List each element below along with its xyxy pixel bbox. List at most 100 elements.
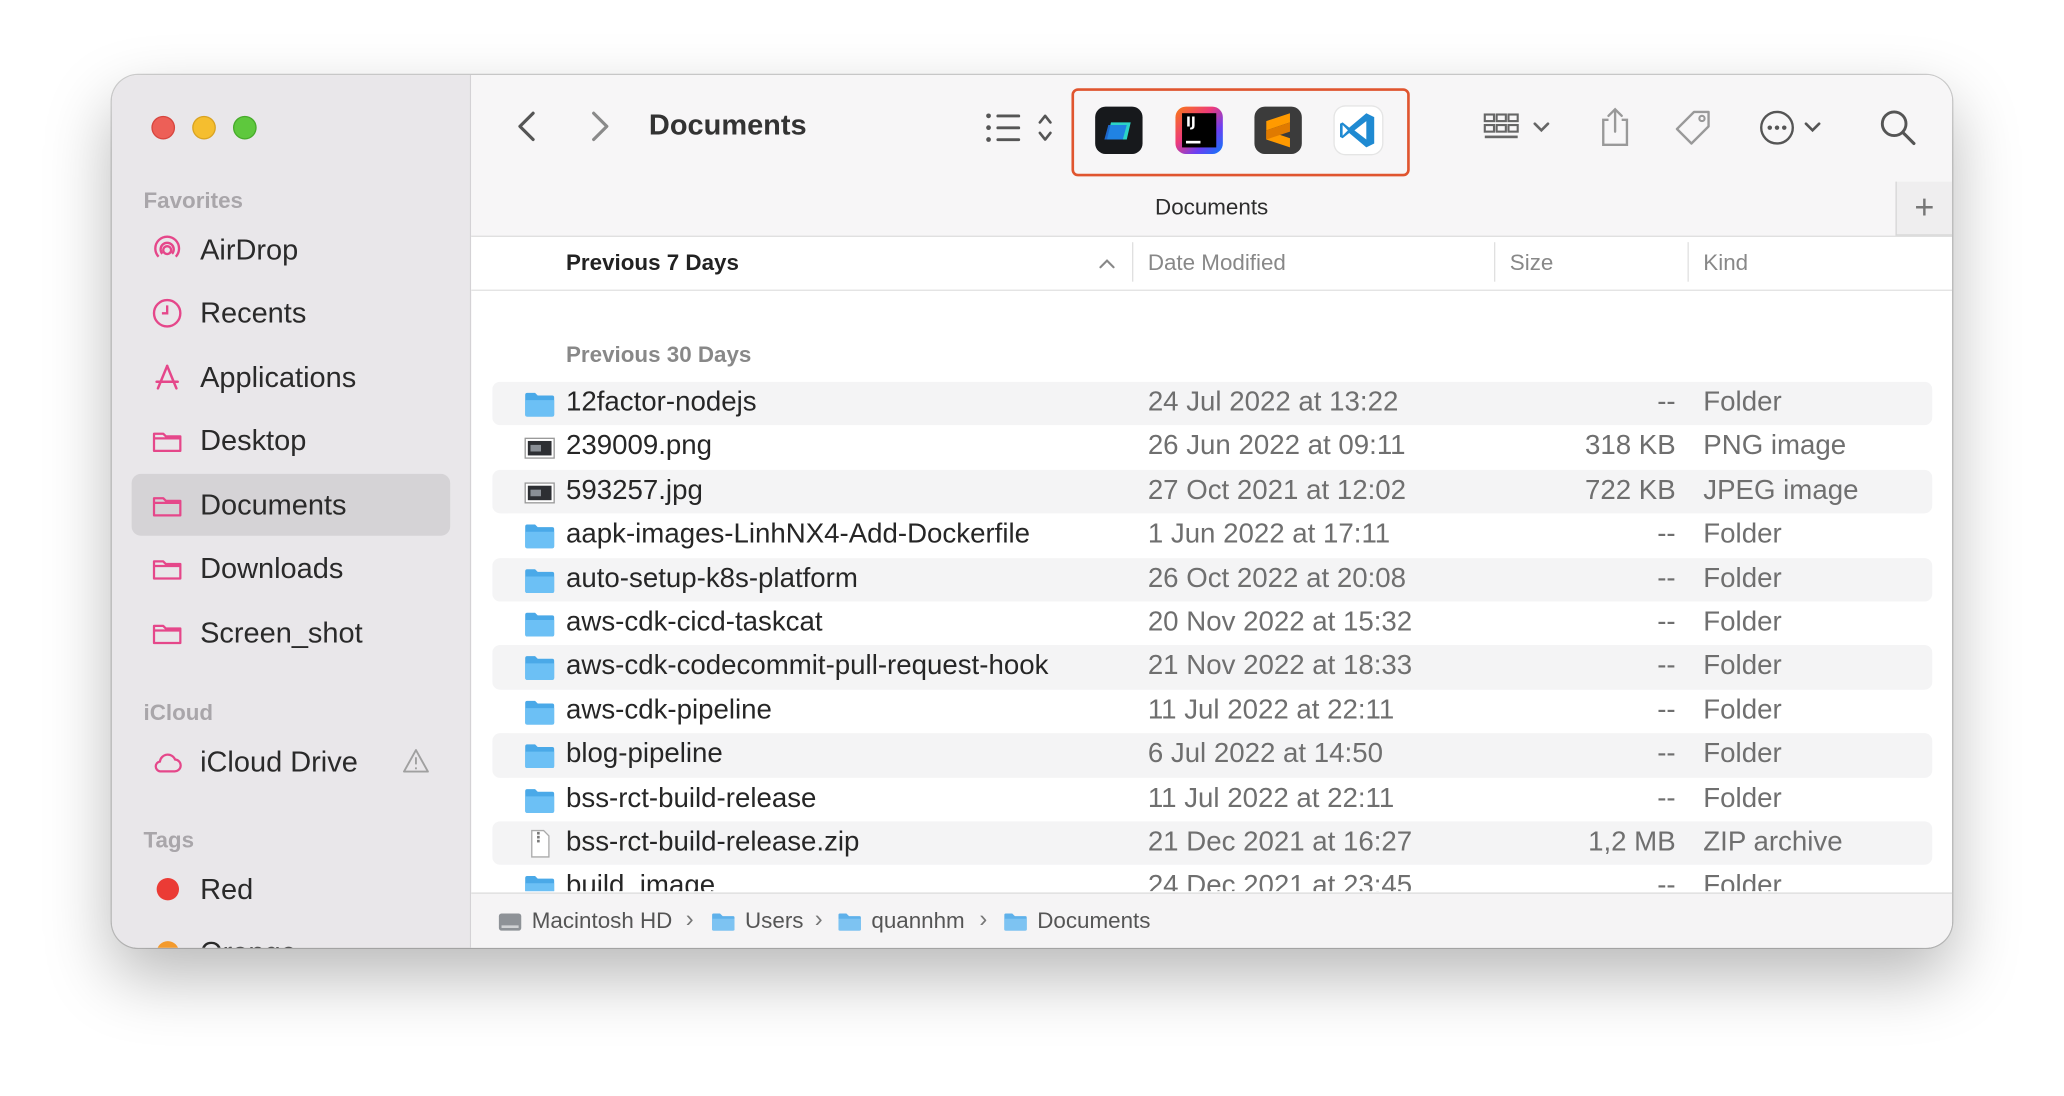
warning-icon	[403, 749, 429, 773]
sidebar-item-airdrop[interactable]: AirDrop	[132, 219, 451, 281]
file-date-modified: 26 Jun 2022 at 09:11	[1147, 430, 1406, 462]
file-size: --	[1657, 782, 1676, 813]
minimize-window-button[interactable]	[192, 115, 216, 140]
file-kind: Folder	[1703, 562, 1782, 594]
cloud-icon	[154, 753, 182, 773]
clock-icon	[152, 298, 182, 328]
image-file-icon	[524, 438, 555, 460]
table-row[interactable]: bss-rct-build-release.zip 21 Dec 2021 at …	[492, 821, 1933, 866]
tag-icon[interactable]	[1672, 107, 1714, 149]
path-bar-item[interactable]: quannhm	[837, 908, 965, 934]
file-size: --	[1657, 606, 1676, 638]
folder-icon	[838, 912, 861, 930]
airdrop-icon	[154, 235, 181, 258]
back-icon[interactable]	[508, 107, 547, 146]
path-bar-item[interactable]: Users	[711, 908, 803, 934]
file-date-modified: 6 Jul 2022 at 14:50	[1147, 738, 1383, 769]
column-size-header[interactable]: Size	[1510, 250, 1554, 276]
sidebar-item-applications[interactable]: Applications	[132, 346, 451, 408]
folder-icon	[525, 612, 555, 637]
zoom-window-button[interactable]	[232, 115, 257, 140]
sidebar-item-screen-shot[interactable]: Screen_shot	[132, 602, 451, 664]
sidebar-item-label: Orange	[200, 935, 297, 948]
file-kind: Folder	[1703, 650, 1782, 682]
file-name: 12factor-nodejs	[566, 386, 757, 418]
table-row[interactable]: auto-setup-k8s-platform 26 Oct 2022 at 20…	[492, 557, 1933, 602]
file-size: 1,2 MB	[1588, 826, 1676, 857]
share-icon[interactable]	[1597, 105, 1634, 147]
column-date-header[interactable]: Date Modified	[1148, 250, 1286, 276]
file-size: --	[1657, 386, 1676, 418]
pinned-apps-highlight: IJ	[1071, 88, 1410, 177]
sidebar-item-recents[interactable]: Recents	[132, 282, 451, 344]
folder-icon	[712, 912, 735, 930]
table-row[interactable]: bss-rct-build-release 11 Jul 2022 at 22:1…	[492, 777, 1932, 821]
table-row[interactable]: 12factor-nodejs 24 Jul 2022 at 13:22 -- Fol…	[492, 381, 1933, 426]
file-size: 318 KB	[1584, 430, 1676, 462]
intellij-app-icon[interactable]: IJ	[1175, 106, 1223, 155]
table-row[interactable]: 239009.png 26 Jun 2022 at 09:11 318 KB PNG …	[492, 426, 1932, 470]
sidebar-item-documents[interactable]: Documents	[131, 473, 451, 536]
sidebar-item-label: iCloud Drive	[200, 744, 358, 778]
file-size: --	[1657, 694, 1676, 726]
path-bar-item[interactable]: Macintosh HD	[498, 908, 673, 934]
table-row[interactable]: aapk-images-LinhNX4-Add-Dockerfile 1 Jun …	[492, 514, 1932, 558]
file-name: 593257.jpg	[566, 474, 703, 506]
file-kind: PNG image	[1703, 430, 1847, 462]
file-size: --	[1657, 650, 1676, 682]
more-icon[interactable]	[1759, 108, 1833, 147]
sidebar-item-downloads[interactable]: Downloads	[132, 537, 451, 599]
sublime-text-app-icon[interactable]	[1254, 106, 1302, 155]
column-name-header[interactable]: Previous 7 Days	[566, 250, 739, 276]
column-kind-header[interactable]: Kind	[1703, 250, 1748, 276]
sidebar: Favorites AirDrop Recents Applications D…	[111, 75, 472, 948]
path-separator: ›	[979, 905, 988, 932]
folder-icon	[525, 568, 555, 593]
sidebar-tag-red[interactable]: Red	[132, 858, 451, 920]
forward-icon[interactable]	[579, 107, 618, 146]
table-row[interactable]: blog-pipeline 6 Jul 2022 at 14:50 -- Folder	[492, 733, 1933, 778]
folder-icon	[525, 656, 555, 681]
folder-icon	[1004, 912, 1027, 930]
grid-view-icon[interactable]	[1482, 111, 1556, 145]
file-name: auto-setup-k8s-platform	[566, 562, 858, 594]
toolbar: Documents IJ Documents +	[471, 75, 1953, 236]
table-row[interactable]: build_image 24 Dec 2021 at 23:45 -- Folder	[492, 865, 1932, 892]
warp-app-icon[interactable]	[1095, 106, 1143, 155]
file-date-modified: 1 Jun 2022 at 17:11	[1147, 518, 1391, 550]
table-row[interactable]: aws-cdk-cicd-taskcat 20 Nov 2022 at 15:32…	[492, 602, 1932, 646]
sidebar-item-desktop[interactable]: Desktop	[132, 409, 451, 471]
sidebar-item-label: AirDrop	[200, 232, 299, 266]
file-date-modified: 24 Dec 2021 at 23:45	[1147, 870, 1413, 892]
table-row[interactable]: aws-cdk-codecommit-pull-request-hook 21 N…	[492, 645, 1933, 690]
path-bar-label: Macintosh HD	[531, 908, 673, 934]
sidebar-tag-orange[interactable]: Orange	[132, 921, 451, 948]
file-name: build_image	[566, 870, 716, 892]
vscode-app-icon[interactable]	[1334, 106, 1383, 155]
list-view-icon[interactable]	[985, 111, 1064, 145]
search-icon[interactable]	[1878, 108, 1917, 147]
sidebar-item-icloud-drive[interactable]: iCloud Drive	[132, 731, 451, 793]
path-bar-label: quannhm	[871, 908, 965, 934]
table-row[interactable]: aws-cdk-pipeline 11 Jul 2022 at 22:11 -- Fo…	[492, 689, 1932, 733]
zip-file-icon	[531, 829, 550, 858]
file-name: aws-cdk-codecommit-pull-request-hook	[566, 650, 1049, 682]
new-tab-button[interactable]: +	[1895, 181, 1953, 236]
close-window-button[interactable]	[151, 115, 176, 140]
file-size: --	[1657, 738, 1676, 769]
file-name: bss-rct-build-release.zip	[566, 826, 860, 857]
path-bar-item[interactable]: Documents	[1003, 908, 1150, 934]
file-date-modified: 20 Nov 2022 at 15:32	[1147, 606, 1413, 638]
favorites-heading: Favorites	[143, 188, 243, 214]
file-kind: Folder	[1703, 870, 1782, 892]
file-date-modified: 26 Oct 2022 at 20:08	[1147, 562, 1407, 594]
red-tag-dot-icon	[156, 877, 180, 901]
path-separator: ›	[814, 905, 823, 932]
column-divider	[1132, 242, 1134, 282]
sort-ascending-icon[interactable]	[1098, 257, 1116, 270]
folder-icon	[525, 744, 555, 769]
window-title: Documents	[648, 107, 807, 141]
file-date-modified: 11 Jul 2022 at 22:11	[1147, 782, 1395, 813]
table-row[interactable]: 593257.jpg 27 Oct 2021 at 12:02 722 KB JPEG…	[492, 469, 1933, 514]
file-date-modified: 24 Jul 2022 at 13:22	[1147, 386, 1399, 418]
